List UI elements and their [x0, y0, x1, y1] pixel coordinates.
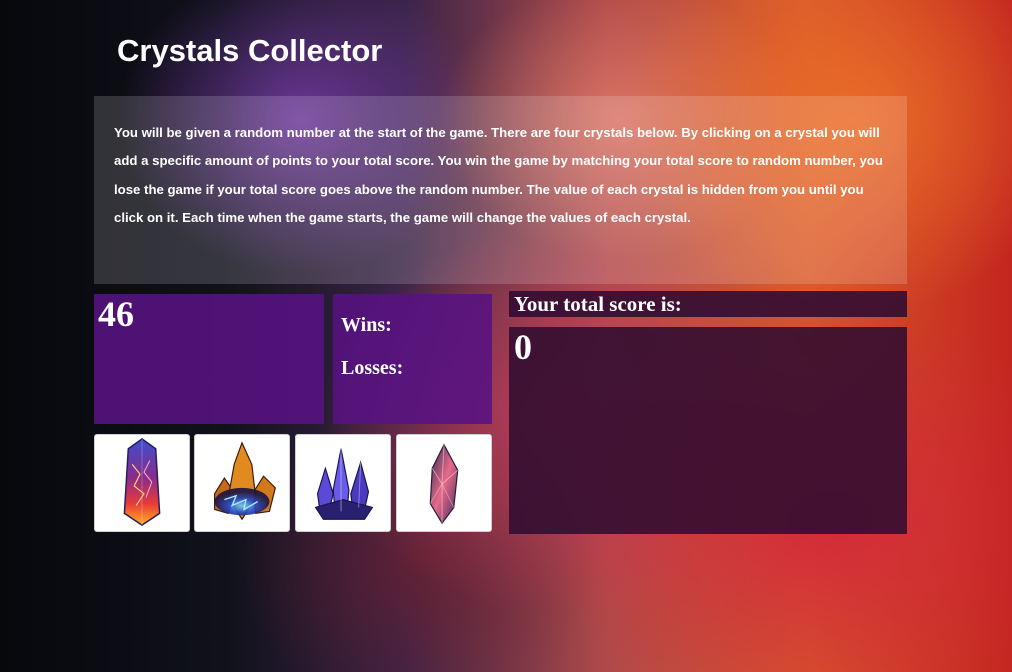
crystal-button-4[interactable] — [396, 434, 492, 532]
game-instructions: You will be given a random number at the… — [94, 96, 907, 284]
total-score-label: Your total score is: — [509, 291, 907, 317]
crystal-button-1[interactable] — [94, 434, 190, 532]
amber-blue-crystal-cluster-icon — [213, 441, 276, 521]
losses-label: Losses: — [341, 357, 404, 379]
page-title: Crystals Collector — [117, 33, 383, 68]
crystal-button-3[interactable] — [295, 434, 391, 532]
crystal-button-2[interactable] — [194, 434, 290, 532]
stats-panel: Wins: Losses: — [333, 294, 492, 424]
total-score-panel: 0 — [509, 327, 907, 534]
pink-gem-crystal-icon — [429, 443, 459, 525]
random-number-value: 46 — [98, 294, 134, 334]
red-orange-crystal-icon — [123, 438, 161, 526]
random-number-panel: 46 — [94, 294, 324, 424]
total-score-value: 0 — [514, 327, 532, 367]
wins-label: Wins: — [341, 314, 392, 336]
blue-violet-crystal-cluster-icon — [314, 448, 374, 520]
